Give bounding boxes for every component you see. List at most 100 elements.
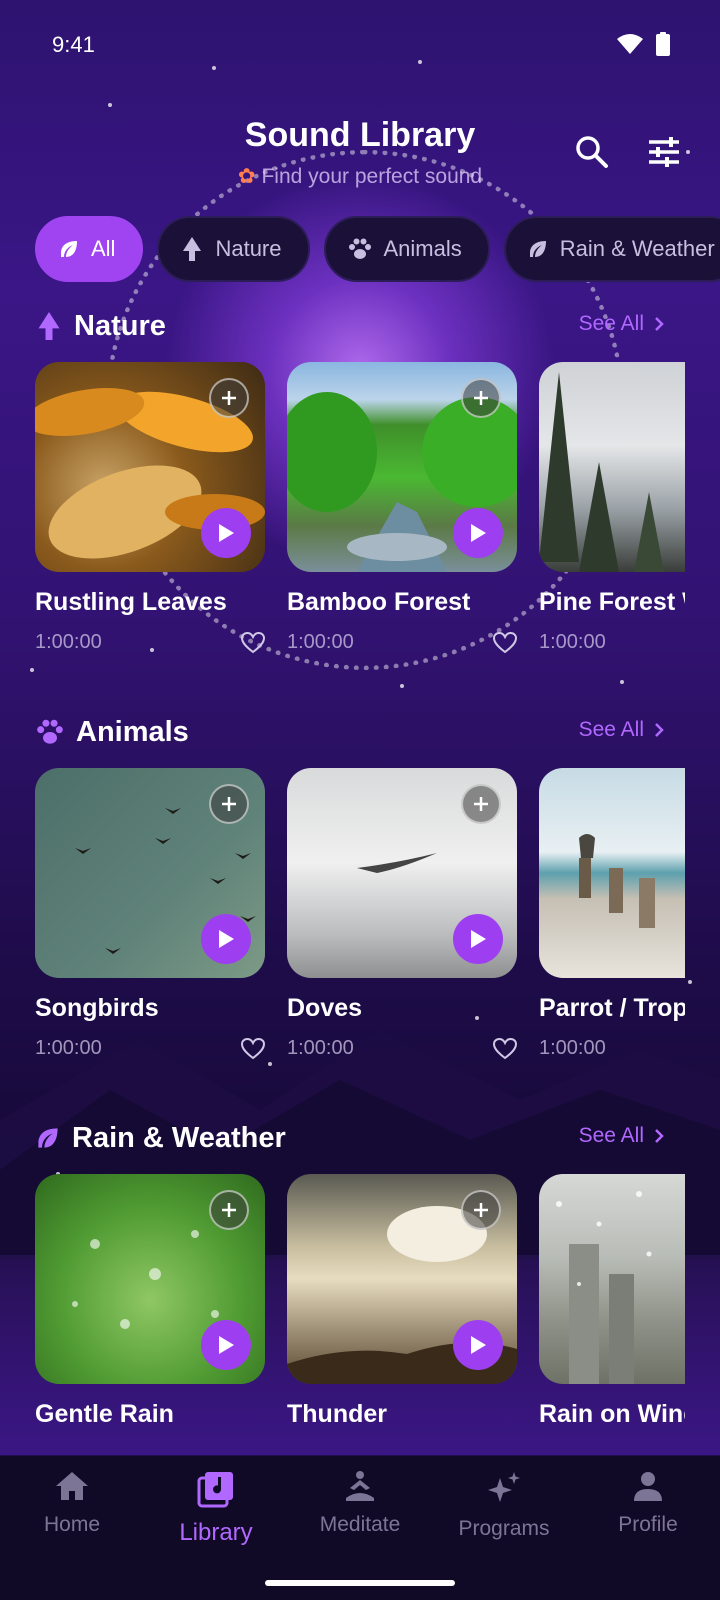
- nav-meditate[interactable]: Meditate: [290, 1470, 430, 1537]
- cards-row: Rustling Leaves 1:00:00 Bamboo Forest 1:…: [35, 362, 685, 682]
- nav-label: Profile: [618, 1513, 678, 1536]
- nav-label: Home: [43, 1513, 101, 1536]
- window-rain-illustration: [556, 1191, 652, 1384]
- add-to-playlist-button[interactable]: [209, 378, 249, 418]
- sound-card[interactable]: Songbirds 1:00:00: [35, 768, 265, 1060]
- chip-all[interactable]: All: [35, 216, 144, 282]
- chip-animals[interactable]: Animals: [323, 216, 490, 282]
- card-duration: 1:00:00: [35, 1037, 102, 1059]
- play-button[interactable]: [453, 1320, 503, 1370]
- nav-home[interactable]: Home: [2, 1470, 142, 1537]
- play-icon: [219, 524, 234, 542]
- plus-icon: [474, 797, 488, 811]
- card-title: Songbirds: [35, 994, 159, 1022]
- cards-row: Gentle Rain Thunder Rain on Win: [35, 1174, 685, 1456]
- pier-illustration: [579, 834, 655, 928]
- play-icon: [471, 524, 486, 542]
- nav-programs[interactable]: Programs: [434, 1470, 574, 1541]
- card-duration: 1:00:00: [35, 631, 102, 653]
- star: [108, 103, 112, 107]
- see-all-nature[interactable]: See All: [579, 312, 664, 336]
- add-to-playlist-button[interactable]: [209, 784, 249, 824]
- card-title: Thunder: [287, 1400, 387, 1428]
- plus-icon: [222, 391, 236, 405]
- heart-icon[interactable]: [241, 1037, 265, 1060]
- card-image: [35, 768, 265, 978]
- card-image: [287, 1174, 517, 1384]
- play-icon: [219, 930, 234, 948]
- add-to-playlist-button[interactable]: [209, 1190, 249, 1230]
- add-to-playlist-button[interactable]: [461, 1190, 501, 1230]
- section-title: Rain & Weather: [72, 1121, 286, 1154]
- card-title: Gentle Rain: [35, 1400, 174, 1428]
- leaf-icon: [38, 1128, 58, 1148]
- sound-card[interactable]: Thunder: [287, 1174, 517, 1429]
- card-image: [35, 362, 265, 572]
- home-icon: [56, 1472, 88, 1500]
- sound-card[interactable]: Doves 1:00:00: [287, 768, 517, 1060]
- card-duration: 1:00:00: [539, 631, 606, 653]
- plus-icon: [222, 1203, 236, 1217]
- plus-icon: [474, 391, 488, 405]
- pine-illustration: [539, 372, 664, 572]
- play-button[interactable]: [201, 914, 251, 964]
- chevron-right-icon: [655, 317, 664, 331]
- chip-nature[interactable]: Nature: [157, 216, 310, 282]
- sound-card[interactable]: Pine Forest Wind 1:00:00: [539, 362, 685, 654]
- play-button[interactable]: [201, 1320, 251, 1370]
- sound-card[interactable]: Gentle Rain: [35, 1174, 265, 1429]
- add-to-playlist-button[interactable]: [461, 378, 501, 418]
- sound-card[interactable]: Rustling Leaves 1:00:00: [35, 362, 265, 654]
- music-library-icon: [197, 1472, 233, 1508]
- section-nature: Nature See All Rustling Leaves 1:00:00 B…: [0, 306, 720, 686]
- home-indicator[interactable]: [265, 1580, 455, 1586]
- sound-card[interactable]: Bamboo Forest 1:00:00: [287, 362, 517, 654]
- see-all-animals[interactable]: See All: [579, 718, 664, 742]
- sound-card[interactable]: Rain on Window: [539, 1174, 685, 1429]
- card-duration: 1:00:00: [287, 1037, 354, 1059]
- plus-icon: [222, 797, 236, 811]
- filter-button[interactable]: [642, 130, 686, 174]
- chevron-right-icon: [655, 1129, 664, 1143]
- cards-row: Songbirds 1:00:00 Doves 1:00:00 Parrot /…: [35, 768, 685, 1088]
- leaf-icon: [61, 241, 77, 257]
- heart-icon[interactable]: [493, 631, 517, 654]
- play-button[interactable]: [201, 508, 251, 558]
- section-title: Animals: [76, 715, 189, 748]
- card-image: [35, 1174, 265, 1384]
- chip-rain-weather[interactable]: Rain & Weather: [503, 216, 720, 282]
- see-all-label: See All: [578, 1124, 644, 1147]
- wifi-icon: [616, 33, 644, 60]
- chip-label: Rain & Weather: [559, 236, 715, 261]
- section-animals: Animals See All Songbirds 1:00:00 Doves …: [0, 712, 720, 1092]
- sliders-icon: [649, 137, 679, 167]
- nav-profile[interactable]: Profile: [578, 1470, 718, 1537]
- card-title: Doves: [287, 994, 363, 1022]
- add-to-playlist-button[interactable]: [461, 784, 501, 824]
- chip-label: Animals: [383, 236, 462, 261]
- section-rain-weather: Rain & Weather See All Gentle Rain Thund…: [0, 1118, 720, 1456]
- nav-label: Library: [179, 1519, 253, 1546]
- plus-icon: [474, 1203, 488, 1217]
- see-all-rain-weather[interactable]: See All: [579, 1124, 664, 1148]
- status-bar: 9:41: [0, 28, 720, 64]
- chip-label: Nature: [215, 236, 282, 261]
- card-image: [539, 362, 685, 572]
- paw-icon: [37, 719, 63, 744]
- play-button[interactable]: [453, 914, 503, 964]
- person-icon: [634, 1472, 662, 1501]
- search-button[interactable]: [570, 130, 614, 174]
- sound-card[interactable]: Parrot / Tropical 1:00:00: [539, 768, 685, 1060]
- play-button[interactable]: [453, 508, 503, 558]
- bottom-nav: Home Library Meditate Programs Profile: [0, 1456, 720, 1600]
- card-title: Parrot / Tropical: [539, 994, 685, 1022]
- battery-icon: [656, 32, 670, 61]
- nav-library[interactable]: Library: [146, 1470, 286, 1547]
- meditation-icon: [346, 1471, 374, 1501]
- heart-icon[interactable]: [241, 631, 265, 654]
- heart-icon[interactable]: [493, 1037, 517, 1060]
- paw-icon: [348, 238, 371, 259]
- star: [212, 66, 216, 70]
- section-title: Nature: [74, 309, 166, 342]
- category-chips: All Nature Animals Rain & Weather: [35, 216, 720, 282]
